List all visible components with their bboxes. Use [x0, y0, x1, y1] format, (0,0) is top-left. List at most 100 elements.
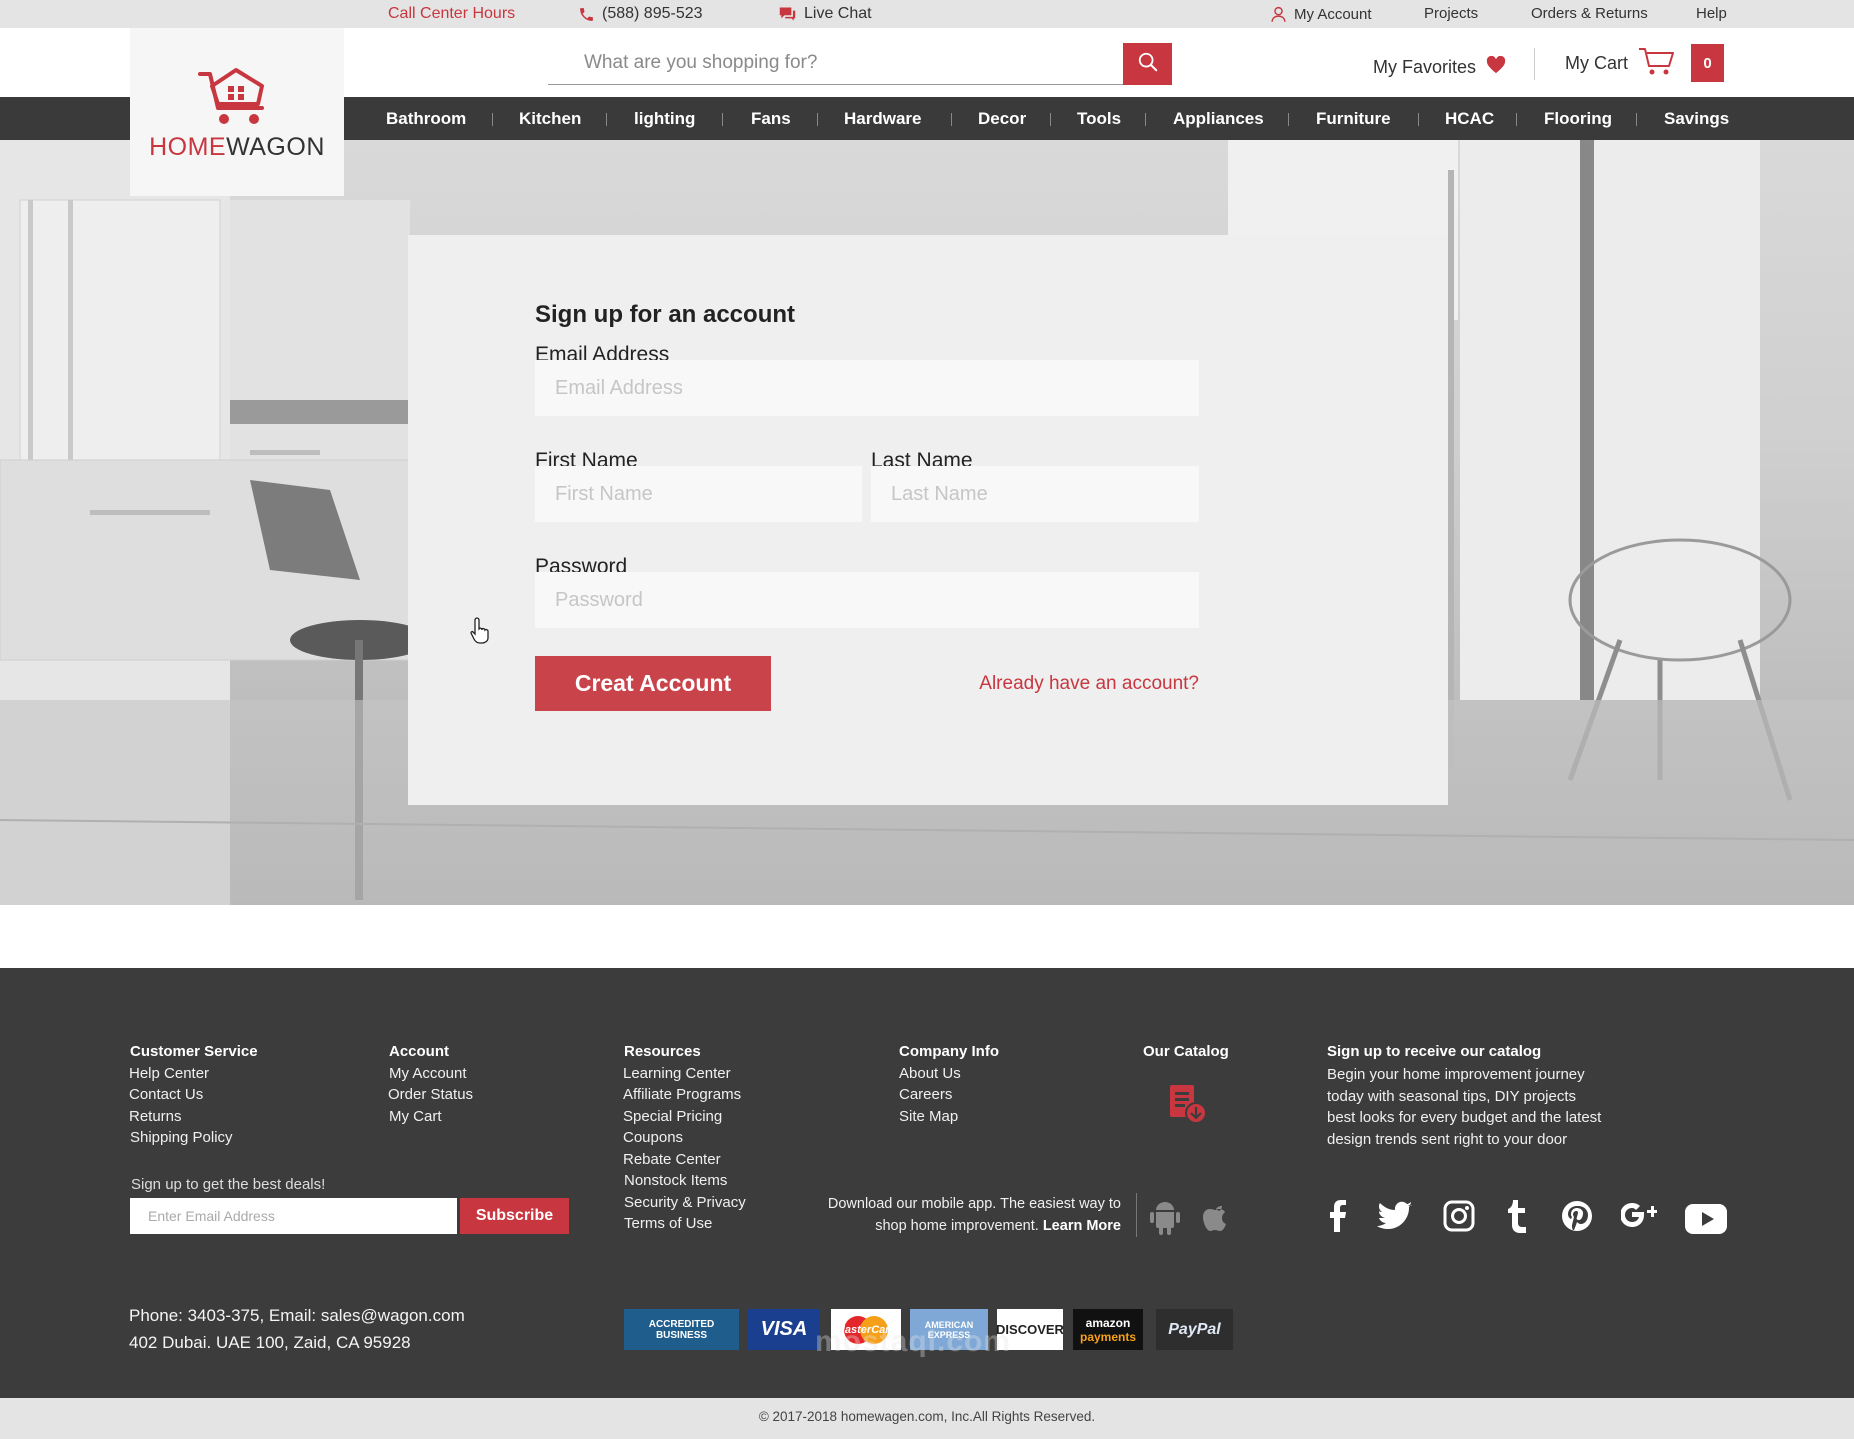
my-account-link[interactable]: My Account	[1270, 5, 1372, 23]
logo[interactable]: HOMEWAGON	[130, 28, 344, 196]
footer-link-shipping-policy[interactable]: Shipping Policy	[130, 1129, 233, 1146]
catalog-signup-text: Begin your home improvement journey toda…	[1327, 1064, 1601, 1150]
nav-separator	[1418, 113, 1419, 126]
orders-returns-link[interactable]: Orders & Returns	[1531, 5, 1648, 22]
catalog-signup-line: today with seasonal tips, DIY projects	[1327, 1087, 1577, 1105]
footer-link-security-privacy[interactable]: Security & Privacy	[624, 1194, 746, 1211]
nav-separator	[951, 113, 952, 126]
nav-separator	[1145, 113, 1146, 126]
mobile-app-line: shop home improvement.	[875, 1217, 1039, 1234]
first-name-field[interactable]	[535, 466, 862, 522]
search-bar	[548, 43, 1172, 85]
footer-link-site-map[interactable]: Site Map	[899, 1108, 958, 1125]
cart-label: My Cart	[1565, 53, 1628, 73]
nav-item-tools[interactable]: Tools	[1077, 97, 1121, 140]
apple-icon[interactable]	[1201, 1200, 1231, 1239]
footer-link-affiliate-programs[interactable]: Affiliate Programs	[623, 1086, 741, 1103]
nav-item-fans[interactable]: Fans	[751, 97, 791, 140]
footer-link-learning-center[interactable]: Learning Center	[623, 1065, 731, 1082]
android-icon[interactable]	[1150, 1201, 1180, 1240]
live-chat-link[interactable]: Live Chat	[778, 5, 872, 23]
projects-link[interactable]: Projects	[1424, 5, 1478, 22]
subscribe-button[interactable]: Subscribe	[460, 1198, 569, 1234]
cart-count-badge[interactable]: 0	[1691, 44, 1724, 82]
last-name-field[interactable]	[871, 466, 1199, 522]
call-center-link[interactable]: Call Center Hours	[388, 5, 515, 23]
bbb-line: ACCREDITED	[648, 1318, 715, 1330]
header-divider	[1534, 48, 1535, 80]
nav-item-furniture[interactable]: Furniture	[1316, 97, 1391, 140]
footer-link-nonstock-items[interactable]: Nonstock Items	[624, 1172, 727, 1189]
our-catalog-heading: Our Catalog	[1143, 1043, 1229, 1060]
customer-service-heading: Customer Service	[130, 1043, 258, 1060]
create-account-button[interactable]: Creat Account	[535, 656, 771, 711]
hand-cursor-icon	[470, 616, 492, 649]
brand-wagon: WAGON	[226, 133, 325, 161]
nav-item-lighting[interactable]: lighting	[634, 97, 695, 140]
signup-title: Sign up for an account	[535, 301, 796, 328]
mobile-app-text: Download our mobile app. The easiest way…	[790, 1194, 1121, 1237]
google-plus-icon[interactable]	[1620, 1200, 1657, 1235]
youtube-icon[interactable]	[1685, 1204, 1727, 1239]
paypal-logo: PayPal	[1156, 1309, 1233, 1350]
phone-number-text: (588) 895-523	[602, 5, 703, 22]
nav-item-decor[interactable]: Decor	[978, 97, 1026, 140]
footer-link-order-status[interactable]: Order Status	[388, 1086, 473, 1103]
help-link[interactable]: Help	[1696, 5, 1727, 22]
amazon-line: amazon	[1085, 1315, 1131, 1330]
twitter-icon[interactable]	[1377, 1200, 1413, 1237]
password-field[interactable]	[535, 572, 1199, 628]
footer-link-about-us[interactable]: About Us	[899, 1065, 961, 1082]
nav-separator	[722, 113, 723, 126]
nav-separator	[1050, 113, 1051, 126]
nav-item-kitchen[interactable]: Kitchen	[519, 97, 581, 140]
amazon-line: payments	[1079, 1329, 1137, 1344]
search-button[interactable]	[1123, 43, 1172, 85]
instagram-icon[interactable]	[1443, 1200, 1475, 1237]
account-heading: Account	[389, 1043, 449, 1060]
footer-link-my-cart[interactable]: My Cart	[389, 1108, 442, 1125]
heart-icon	[1486, 55, 1506, 79]
footer-link-my-account[interactable]: My Account	[389, 1065, 467, 1082]
footer-link-returns[interactable]: Returns	[129, 1108, 182, 1125]
catalog-signup-line: design trends sent right to your door	[1327, 1130, 1568, 1148]
nav-item-bathroom[interactable]: Bathroom	[386, 97, 466, 140]
watermark-text: mostaql.com	[815, 1325, 1012, 1358]
footer-link-coupons[interactable]: Coupons	[623, 1129, 683, 1146]
footer-link-terms-of-use[interactable]: Terms of Use	[624, 1215, 712, 1232]
footer-link-rebate-center[interactable]: Rebate Center	[623, 1151, 721, 1168]
call-center-label: Call Center Hours	[388, 5, 516, 22]
brand-home: HOME	[149, 133, 227, 161]
already-have-account-link[interactable]: Already have an account?	[979, 673, 1199, 695]
nav-item-hcac[interactable]: HCAC	[1445, 97, 1494, 140]
nav-item-appliances[interactable]: Appliances	[1173, 97, 1264, 140]
nav-item-hardware[interactable]: Hardware	[844, 97, 921, 140]
footer-link-help-center[interactable]: Help Center	[129, 1065, 209, 1082]
shopping-cart-logo-icon	[196, 66, 276, 133]
signup-panel: Sign up for an account Email Address Fir…	[408, 235, 1448, 805]
nav-separator	[817, 113, 818, 126]
company-info-heading: Company Info	[899, 1043, 999, 1060]
footer-link-special-pricing[interactable]: Special Pricing	[623, 1108, 722, 1125]
footer-link-careers[interactable]: Careers	[899, 1086, 952, 1103]
favorites-label: My Favorites	[1373, 57, 1477, 77]
facebook-icon[interactable]	[1327, 1200, 1347, 1237]
phone-number[interactable]: (588) 895-523	[578, 5, 703, 23]
catalog-signup-line: Begin your home improvement journey	[1327, 1066, 1585, 1083]
contact-phone-email: Phone: 3403-375, Email: sales@wagon.com	[129, 1306, 465, 1325]
user-icon	[1270, 5, 1287, 23]
nav-item-savings[interactable]: Savings	[1664, 97, 1729, 140]
live-chat-label: Live Chat	[804, 5, 872, 22]
footer-link-contact-us[interactable]: Contact Us	[129, 1086, 203, 1103]
learn-more-link[interactable]: Learn More	[1043, 1218, 1121, 1234]
tumblr-icon[interactable]	[1507, 1200, 1529, 1239]
search-input[interactable]	[548, 43, 1122, 83]
nav-item-flooring[interactable]: Flooring	[1544, 97, 1612, 140]
favorites-link[interactable]: My Favorites	[1373, 55, 1506, 79]
contact-address: 402 Dubai. UAE 100, Zaid, CA 95928	[129, 1333, 411, 1352]
email-field[interactable]	[535, 360, 1199, 416]
catalog-download-icon[interactable]	[1168, 1083, 1210, 1130]
deals-email-input[interactable]	[130, 1198, 457, 1234]
pinterest-icon[interactable]	[1561, 1200, 1593, 1237]
cart-link[interactable]: My Cart	[1565, 46, 1676, 81]
